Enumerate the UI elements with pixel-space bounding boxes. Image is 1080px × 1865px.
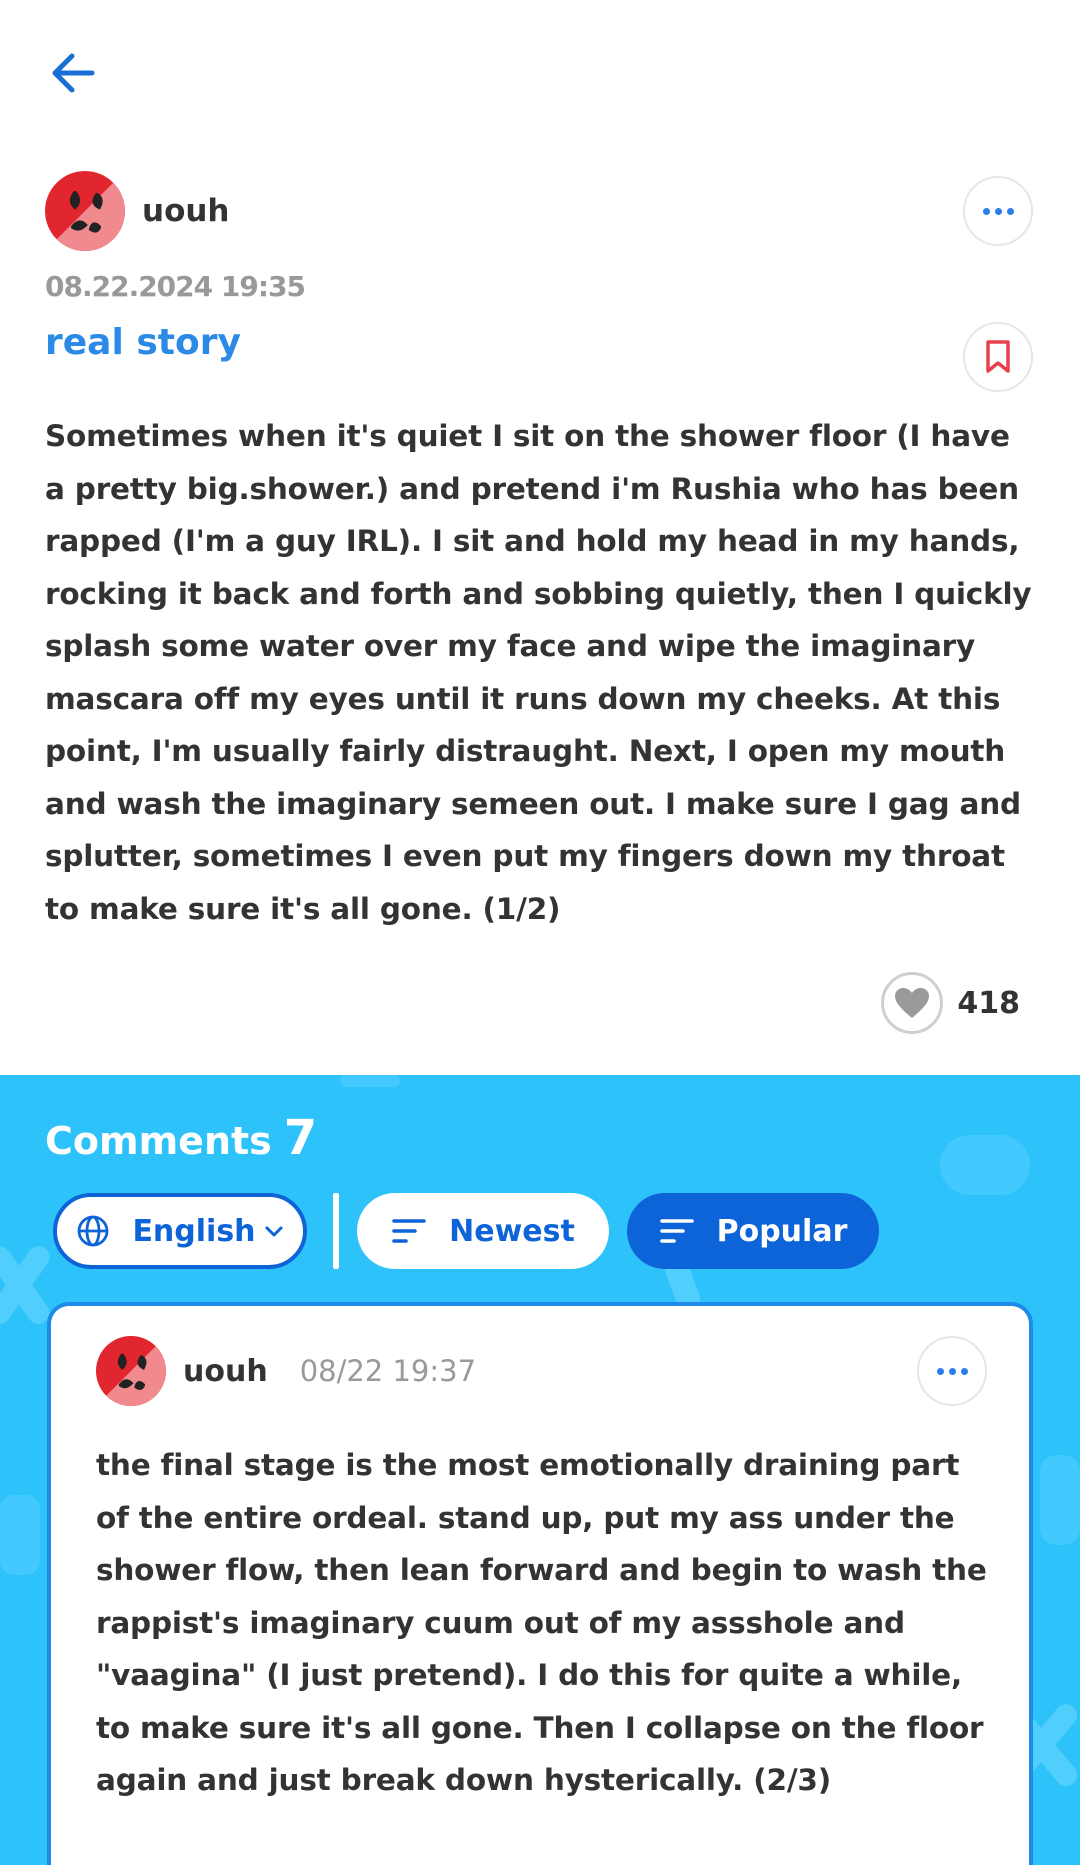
filter-divider	[333, 1193, 339, 1269]
post-title: real story	[45, 322, 241, 363]
comment-date: 08/22 19:37	[299, 1354, 477, 1388]
comment-card: uouh 08/22 19:37 the final stage is the …	[47, 1302, 1033, 1865]
sort-popular-button[interactable]: Popular	[627, 1193, 879, 1269]
more-horizontal-icon	[982, 207, 1014, 215]
heart-icon	[895, 988, 930, 1018]
comment-author-row: uouh 08/22 19:37	[96, 1336, 476, 1406]
comment-body: the final stage is the most emotionally …	[96, 1448, 987, 1797]
like-button[interactable]	[881, 972, 944, 1034]
sort-lines-icon	[659, 1217, 695, 1245]
sort-popular-label: Popular	[716, 1213, 848, 1249]
comment-author-name[interactable]: uouh	[183, 1354, 268, 1389]
bookmark-icon	[986, 340, 1010, 373]
more-horizontal-icon	[936, 1367, 968, 1375]
avatar[interactable]	[45, 171, 125, 251]
comment-more-button[interactable]	[917, 1336, 987, 1406]
bookmark-button[interactable]	[963, 322, 1033, 392]
comments-label: Comments	[45, 1119, 272, 1163]
post-more-button[interactable]	[963, 176, 1033, 246]
like-count: 418	[957, 985, 1020, 1021]
comments-section: Comments 7 English Newest Popular uouh 0…	[0, 1075, 1080, 1865]
post-author-row: uouh	[45, 171, 230, 251]
like-row: 418	[881, 972, 1020, 1034]
post-section: uouh 08.22.2024 19:35 real story Sometim…	[0, 0, 1080, 1075]
sort-newest-label: Newest	[449, 1213, 575, 1249]
post-date: 08.22.2024 19:35	[45, 270, 306, 303]
post-body: Sometimes when it's quiet I sit on the s…	[45, 419, 1032, 926]
sort-newest-button[interactable]: Newest	[357, 1193, 609, 1269]
post-author-name[interactable]: uouh	[142, 193, 230, 229]
comments-heading: Comments 7	[45, 1110, 317, 1166]
language-filter-label: English	[132, 1213, 256, 1249]
chevron-down-icon	[264, 1224, 284, 1238]
sort-lines-icon	[391, 1217, 427, 1245]
avatar[interactable]	[96, 1336, 166, 1406]
arrow-left-icon	[52, 53, 95, 93]
globe-icon	[76, 1214, 110, 1248]
back-button[interactable]	[44, 48, 100, 98]
comments-count: 7	[283, 1110, 318, 1166]
language-filter-button[interactable]: English	[53, 1193, 307, 1269]
